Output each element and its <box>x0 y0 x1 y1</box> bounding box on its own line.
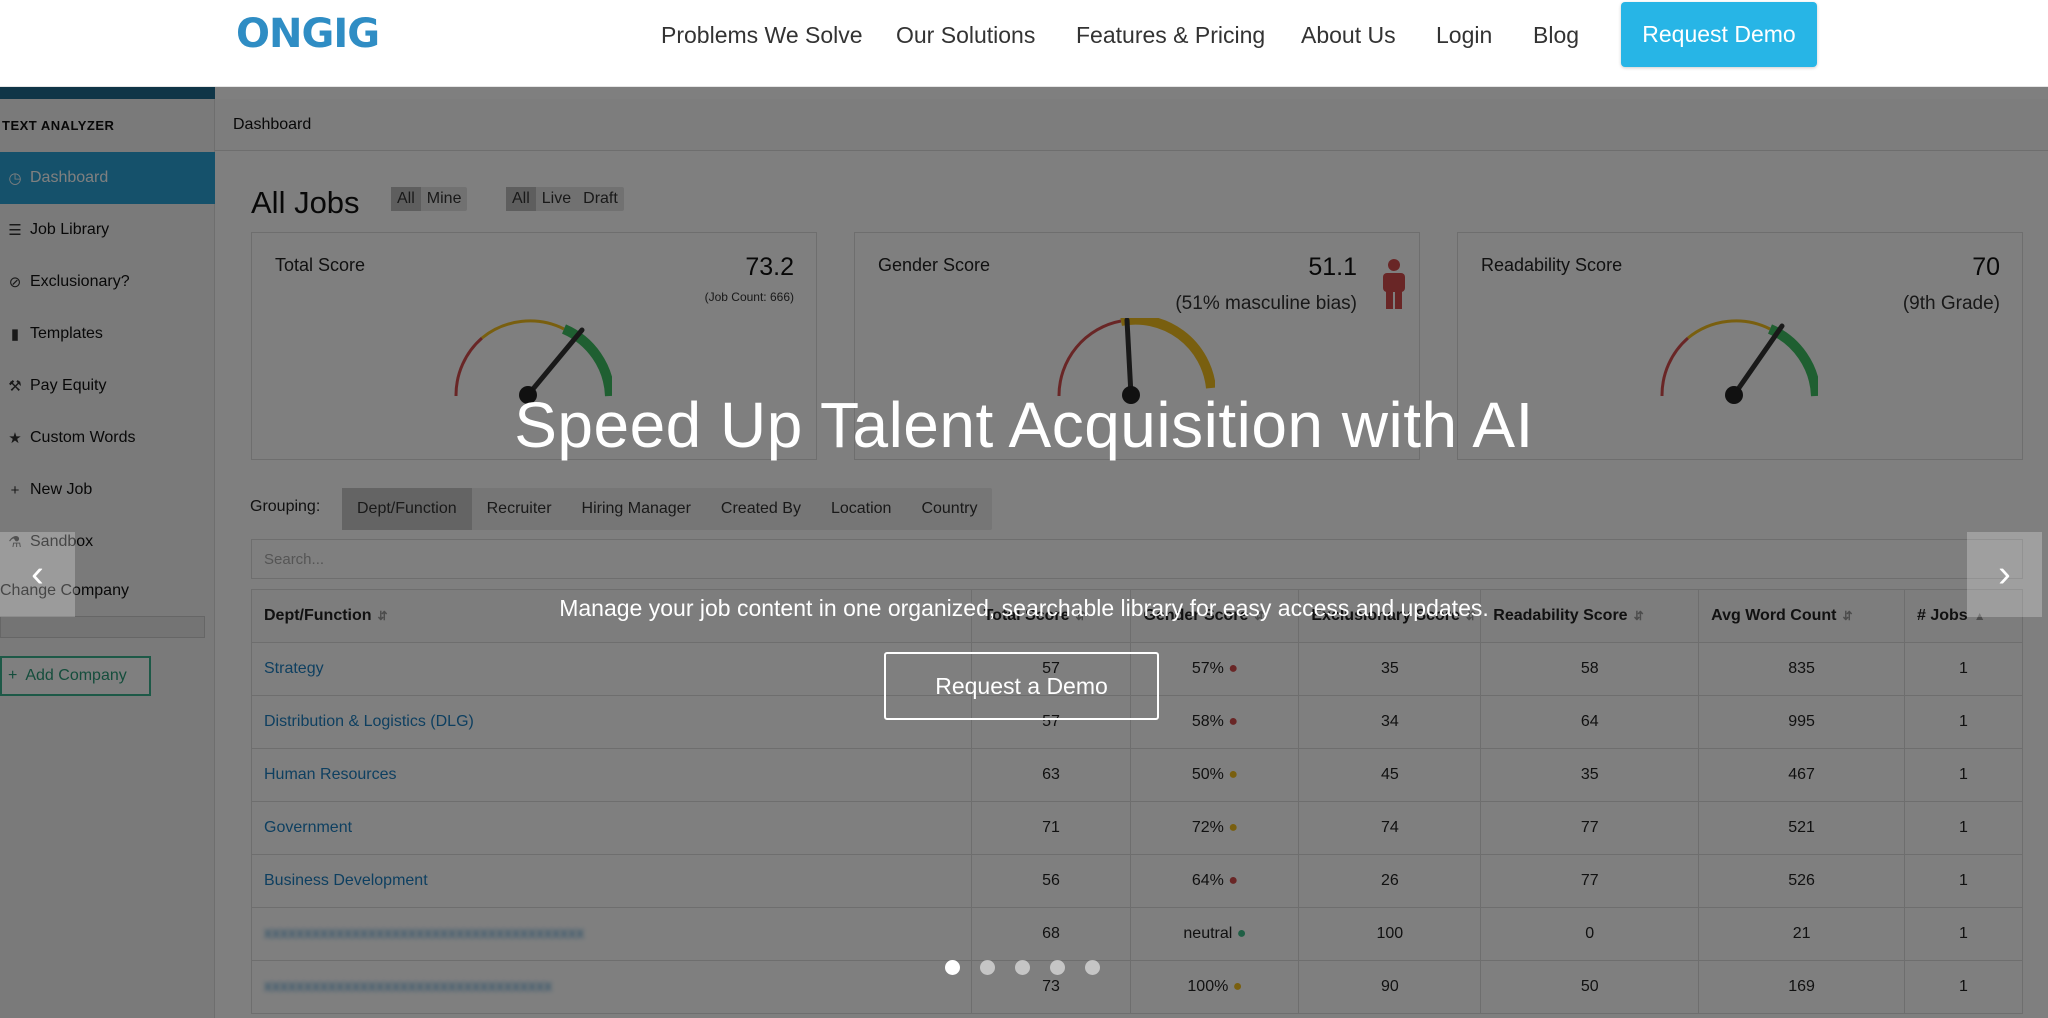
carousel-prev-button[interactable]: ‹ <box>0 532 75 617</box>
request-a-demo-button[interactable]: Request a Demo <box>884 652 1159 720</box>
nav-our-solutions[interactable]: Our Solutions <box>896 22 1035 49</box>
nav-features-pricing[interactable]: Features & Pricing <box>1076 22 1265 49</box>
nav-blog[interactable]: Blog <box>1533 22 1579 49</box>
nav-problems-we-solve[interactable]: Problems We Solve <box>661 22 863 49</box>
carousel-dot[interactable] <box>1085 960 1100 975</box>
chevron-right-icon: › <box>1998 553 2011 595</box>
hero-title: Speed Up Talent Acquisition with AI <box>514 389 1534 461</box>
nav-login[interactable]: Login <box>1436 22 1492 49</box>
hero-dim-overlay <box>0 87 2048 1018</box>
nav-about-us[interactable]: About Us <box>1301 22 1396 49</box>
hero-subtitle: Manage your job content in one organized… <box>559 595 1489 621</box>
request-demo-button[interactable]: Request Demo <box>1621 2 1817 67</box>
top-nav: ONGIG Problems We Solve Our Solutions Fe… <box>0 0 2048 87</box>
carousel-next-button[interactable]: › <box>1967 532 2042 617</box>
carousel-dot[interactable] <box>945 960 960 975</box>
carousel-dot[interactable] <box>1015 960 1030 975</box>
carousel-dot[interactable] <box>1050 960 1065 975</box>
ongig-logo[interactable]: ONGIG <box>236 11 380 57</box>
carousel-dot[interactable] <box>980 960 995 975</box>
carousel-dots <box>945 960 1100 975</box>
chevron-left-icon: ‹ <box>31 553 44 595</box>
